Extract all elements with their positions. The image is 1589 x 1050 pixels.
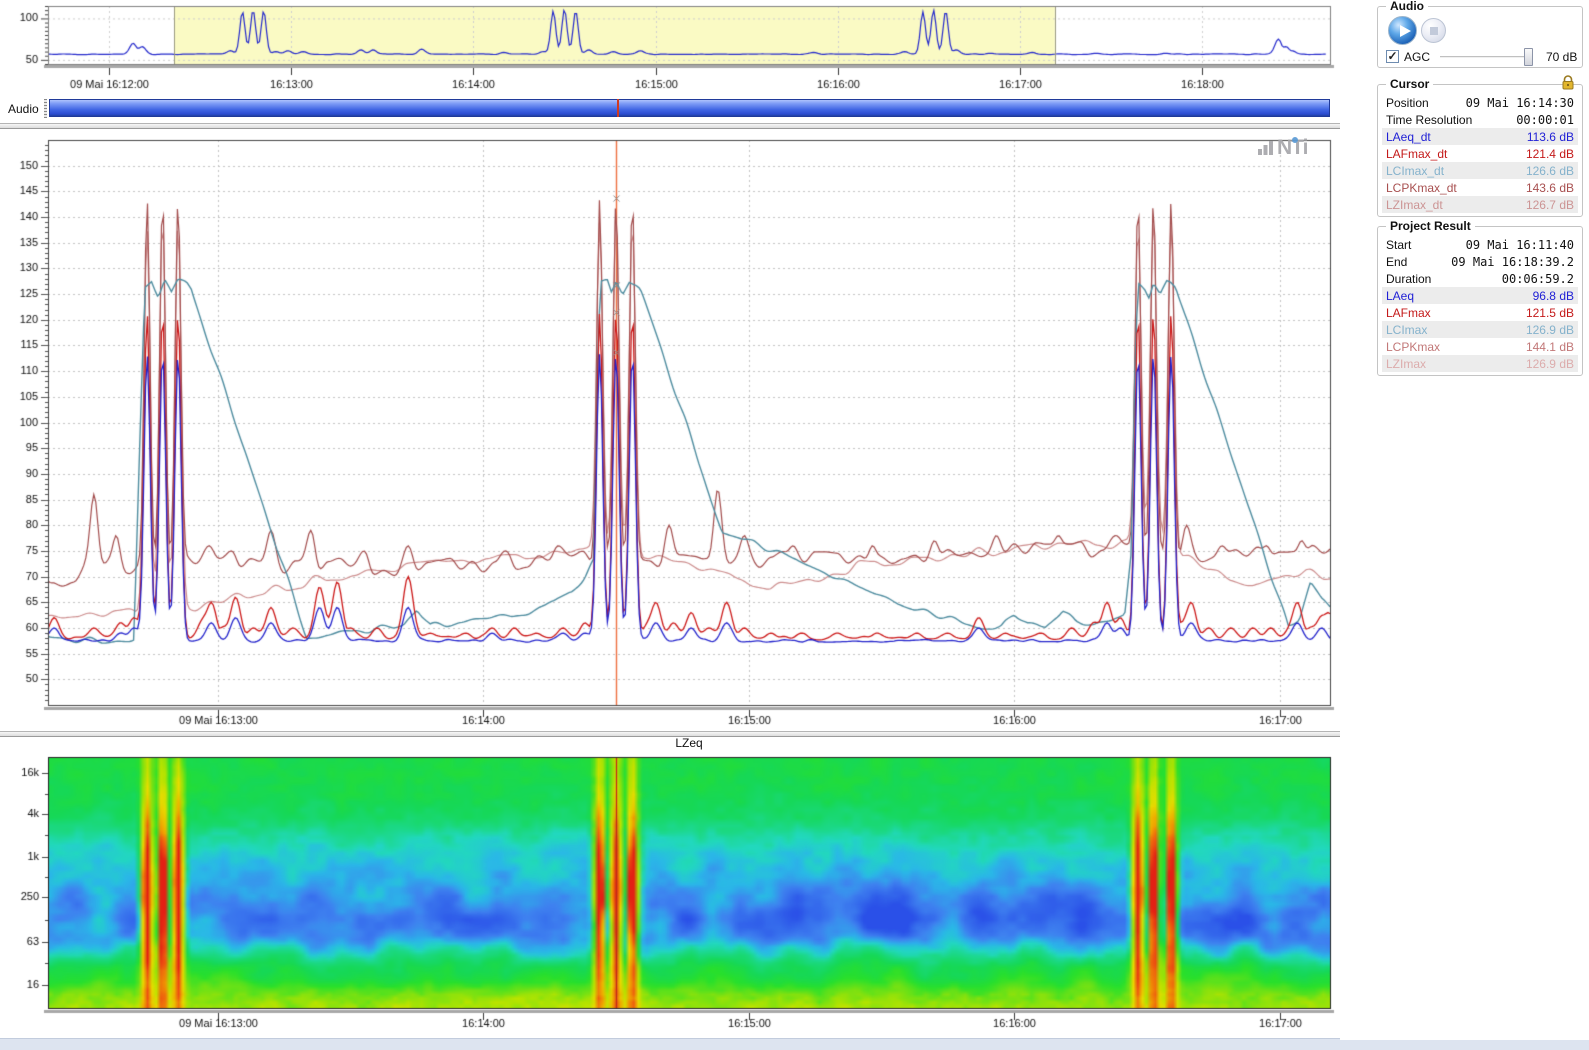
analyzer-window: Audio NTi LZeq Cursor RTA Audio ✓ AGC 70… — [0, 0, 1589, 1050]
project-row-lcpkmax: LCPKmax144.1 dB — [1382, 338, 1578, 355]
cursor-row-lcimax: LCImax_dt126.6 dB — [1382, 162, 1578, 179]
project-row-lafmax: LAFmax121.5 dB — [1382, 304, 1578, 321]
audio-panel-title: Audio — [1386, 0, 1428, 13]
play-button[interactable] — [1388, 16, 1417, 45]
stop-button[interactable] — [1421, 18, 1446, 43]
side-panel: Audio ✓ AGC 70 dB Cursor Position09 Mai … — [1340, 0, 1589, 1040]
project-row-lzimax: LZImax126.9 dB — [1382, 355, 1578, 372]
level-time-chart[interactable] — [0, 129, 1340, 731]
project-panel-title: Project Result — [1386, 219, 1475, 233]
cursor-panel: Cursor Position09 Mai 16:14:30 Time Reso… — [1377, 84, 1583, 217]
stop-icon — [1430, 27, 1438, 35]
nti-logo-dot — [1292, 137, 1298, 143]
gain-slider-track[interactable] — [1440, 56, 1532, 58]
nti-logo: NTi — [1258, 137, 1307, 158]
audio-cursor-line[interactable] — [617, 99, 619, 117]
project-row-laeq: LAeq96.8 dB — [1382, 287, 1578, 304]
audio-track-label: Audio — [8, 102, 39, 116]
audio-track-ruler — [44, 99, 47, 118]
cursor-row-lcpkmax: LCPKmax_dt143.6 dB — [1382, 179, 1578, 196]
project-row-duration: Duration00:06:59.2 — [1382, 270, 1578, 287]
project-result-panel: Project Result Start09 Mai 16:11:40 End0… — [1377, 226, 1583, 376]
cursor-row-laeq: LAeq_dt113.6 dB — [1382, 128, 1578, 145]
agc-checkbox[interactable]: ✓ — [1386, 50, 1399, 63]
overview-level-chart[interactable] — [0, 0, 1340, 97]
project-rows: Start09 Mai 16:11:40 End09 Mai 16:18:39.… — [1382, 236, 1578, 372]
cursor-panel-title: Cursor — [1386, 77, 1433, 91]
cursor-rows: Position09 Mai 16:14:30 Time Resolution0… — [1382, 94, 1578, 213]
spectrogram-chart[interactable] — [0, 752, 1340, 1038]
audio-panel: Audio ✓ AGC 70 dB — [1377, 6, 1583, 68]
project-row-start: Start09 Mai 16:11:40 — [1382, 236, 1578, 253]
cursor-row-lafmax: LAFmax_dt121.4 dB — [1382, 145, 1578, 162]
cursor-row-resolution: Time Resolution00:00:01 — [1382, 111, 1578, 128]
project-row-lcimax: LCImax126.9 dB — [1382, 321, 1578, 338]
agc-label: AGC — [1404, 50, 1430, 64]
project-row-end: End09 Mai 16:18:39.2 — [1382, 253, 1578, 270]
play-icon — [1400, 25, 1411, 37]
cursor-row-lzimax: LZImax_dt126.7 dB — [1382, 196, 1578, 213]
spectrogram-title: LZeq — [48, 736, 1330, 750]
lock-icon[interactable] — [1560, 75, 1576, 90]
level-bars-icon — [1258, 140, 1274, 155]
cursor-row-position: Position09 Mai 16:14:30 — [1382, 94, 1578, 111]
gain-value: 70 dB — [1546, 50, 1580, 64]
gain-slider-handle[interactable] — [1524, 48, 1533, 66]
audio-waveform-bar[interactable] — [49, 99, 1330, 117]
audio-track-row: Audio — [0, 97, 1340, 123]
